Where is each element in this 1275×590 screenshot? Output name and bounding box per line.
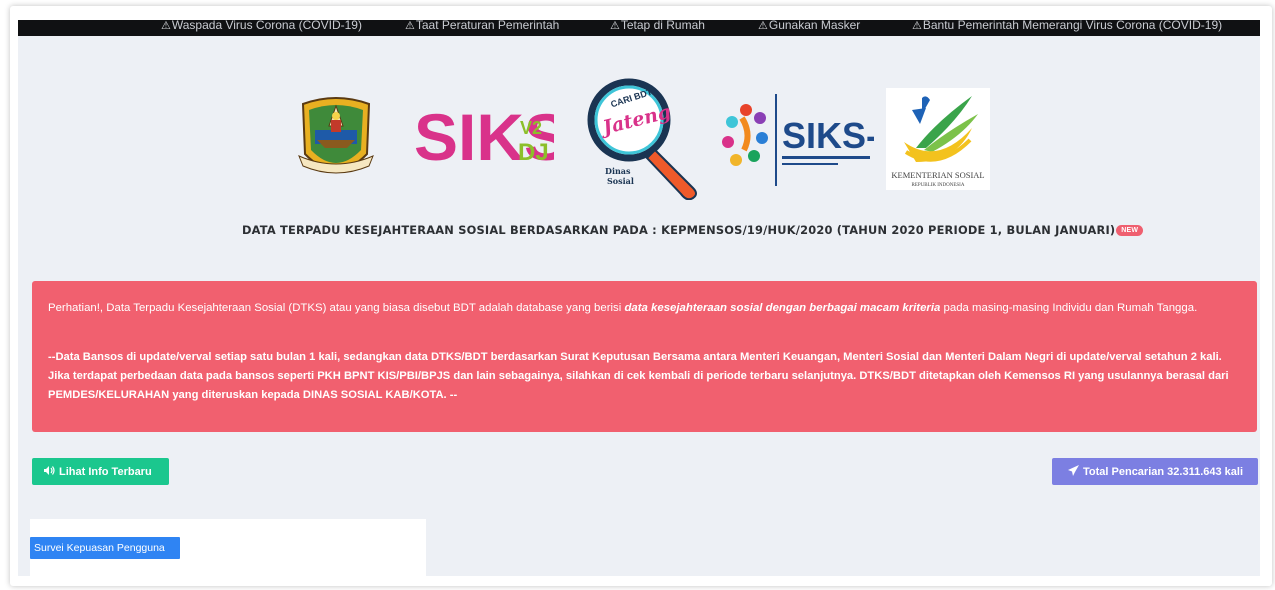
notice-emphasis: data kesejahteraan sosial dengan berbaga… (624, 302, 941, 314)
ticker-text: Taat Peraturan Pemerintah (415, 20, 560, 32)
ticker-item: ⚠ Tetap di Rumah (610, 20, 705, 32)
jateng-emblem-logo (295, 90, 377, 186)
notice-paragraph-2: --Data Bansos di update/verval setiap sa… (48, 351, 1229, 401)
siks-ng-text: SIKS-NG (782, 115, 874, 156)
headline-text: DATA TERPADU KESEJAHTERAAN SOSIAL BERDAS… (242, 223, 1116, 237)
paper-plane-icon (1068, 464, 1079, 479)
volume-icon (44, 465, 55, 478)
notice-text: pada masing-masing Individu dan Rumah Ta… (940, 302, 1198, 314)
sosial-text: Sosial (607, 176, 634, 186)
kemensos-text: KEMENTERIAN SOSIAL (891, 170, 984, 180)
republik-text: REPUBLIK INDONESIA (912, 183, 965, 188)
user-survey-button[interactable]: Survei Kepuasan Pengguna (30, 537, 180, 559)
page-headline: DATA TERPADU KESEJAHTERAAN SOSIAL BERDAS… (242, 223, 1144, 237)
warning-icon: ⚠ (405, 20, 415, 32)
kemensos-logo: KEMENTERIAN SOSIAL REPUBLIK INDONESIA (886, 88, 990, 190)
cari-bdt-logo: CARI BDT Jateng Dinas Sosial (585, 76, 705, 201)
total-search-button[interactable]: Total Pencarian 32.311.643 kali (1052, 458, 1258, 485)
dinas-text: Dinas (605, 166, 631, 176)
notice-alert: Perhatian!, Data Terpadu Kesejahteraan S… (32, 281, 1257, 432)
total-search-label: Total Pencarian 32.311.643 kali (1083, 465, 1244, 478)
ticker-item: ⚠ Gunakan Masker (758, 20, 860, 32)
ticker-text: Gunakan Masker (768, 20, 861, 32)
warning-icon: ⚠ (161, 20, 171, 32)
user-survey-label: Survei Kepuasan Pengguna (34, 542, 165, 554)
warning-icon: ⚠ (912, 20, 922, 32)
new-badge: NEW (1116, 224, 1144, 236)
ticker-item: ⚠ Taat Peraturan Pemerintah (405, 20, 559, 32)
ticker-text: Tetap di Rumah (620, 20, 705, 32)
siks-dj-logo: SIKS V2 DJ (412, 96, 568, 174)
latest-info-button[interactable]: Lihat Info Terbaru (32, 458, 169, 485)
siks-dj-text: DJ (518, 139, 549, 166)
warning-icon: ⚠ (758, 20, 768, 32)
ticker-text: Waspada Virus Corona (COVID-19) (171, 20, 362, 32)
ticker-item: ⚠ Bantu Pemerintah Memerangi Virus Coron… (912, 20, 1222, 32)
notice-text: Perhatian!, Data Terpadu Kesejahteraan S… (48, 302, 625, 314)
warning-icon: ⚠ (610, 20, 620, 32)
ticker-item: ⚠ Waspada Virus Corona (COVID-19) (161, 20, 362, 32)
notice-paragraph-1: Perhatian!, Data Terpadu Kesejahteraan S… (48, 301, 1238, 315)
siks-version-text: V2 (520, 118, 542, 138)
announcement-ticker: ⚠ Waspada Virus Corona (COVID-19) ⚠ Taat… (18, 20, 1260, 36)
ticker-text: Bantu Pemerintah Memerangi Virus Corona … (922, 20, 1223, 32)
people-ring-icon (722, 104, 768, 166)
latest-info-label: Lihat Info Terbaru (59, 465, 152, 478)
siks-ng-logo: SIKS-NG (722, 90, 932, 190)
